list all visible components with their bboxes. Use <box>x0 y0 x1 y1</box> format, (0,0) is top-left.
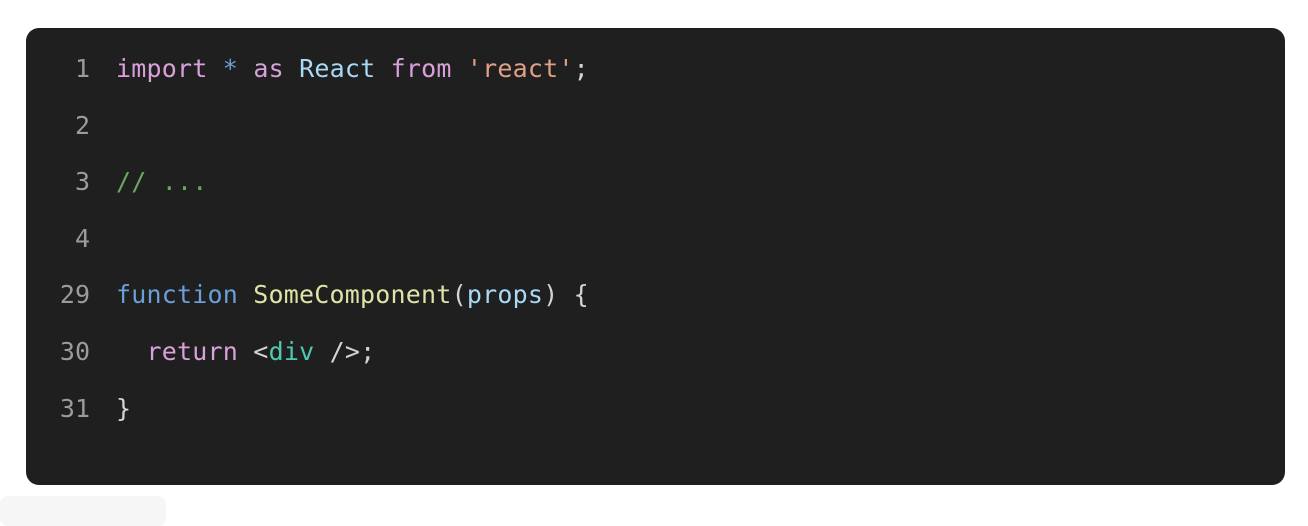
line-number: 29 <box>59 280 90 310</box>
line-content[interactable]: // ... <box>90 154 208 211</box>
token-string: 'react' <box>466 54 574 83</box>
line-content[interactable]: } <box>90 381 131 438</box>
code-line[interactable]: 1 import * as React from 'react'; <box>26 41 1285 98</box>
line-number: 1 <box>74 54 90 83</box>
code-line[interactable]: 2 <box>26 98 1285 155</box>
token-variable: props <box>466 280 544 310</box>
line-number: 4 <box>74 223 90 253</box>
line-content[interactable]: import * as React from 'react'; <box>90 41 589 98</box>
token-punct <box>238 54 253 83</box>
code-line[interactable]: 4 <box>26 211 1285 268</box>
line-number: 2 <box>74 110 90 140</box>
token-punct <box>375 54 390 83</box>
token-punct: ( <box>451 280 467 310</box>
code-line[interactable]: 29 function SomeComponent(props) { <box>26 267 1285 324</box>
line-number: 31 <box>59 393 90 423</box>
token-comment: // ... <box>116 167 208 197</box>
token-punct: ; <box>573 54 589 83</box>
line-number: 30 <box>59 336 90 366</box>
code-line[interactable]: 30 return <div />; <box>26 324 1285 381</box>
token-punct <box>452 54 467 83</box>
line-number: 3 <box>74 167 90 197</box>
line-content[interactable]: return <div />; <box>90 324 376 381</box>
token-punct <box>208 54 223 83</box>
token-funcname: SomeComponent <box>253 280 452 310</box>
token-tag: div <box>268 336 315 366</box>
token-punct: />; <box>314 336 376 366</box>
token-punct: < <box>253 336 269 366</box>
caption-strip-partial <box>0 496 166 526</box>
token-keyword: return <box>146 336 239 366</box>
token-punct <box>238 280 253 309</box>
token-punct: } <box>116 393 132 423</box>
token-variable: React <box>299 54 376 83</box>
token-punct <box>238 337 253 366</box>
line-content[interactable]: function SomeComponent(props) { <box>90 267 589 324</box>
token-operator: * <box>222 54 239 83</box>
code-block[interactable]: 1 import * as React from 'react'; 2 3// ...… <box>26 28 1285 485</box>
token-keyword: as <box>253 54 284 83</box>
token-punct: { <box>558 280 589 310</box>
token-keyword: from <box>390 54 452 83</box>
token-punct <box>284 54 299 83</box>
code-line[interactable]: 3 // ... <box>26 154 1285 211</box>
token-keyword: import <box>116 54 208 83</box>
code-line-list: 1 import * as React from 'react'; 2 3// ...… <box>26 41 1285 437</box>
token-punct <box>116 337 147 366</box>
token-storage: function <box>116 280 239 310</box>
code-line[interactable]: 31} <box>26 381 1285 438</box>
token-punct: ) <box>543 280 559 310</box>
